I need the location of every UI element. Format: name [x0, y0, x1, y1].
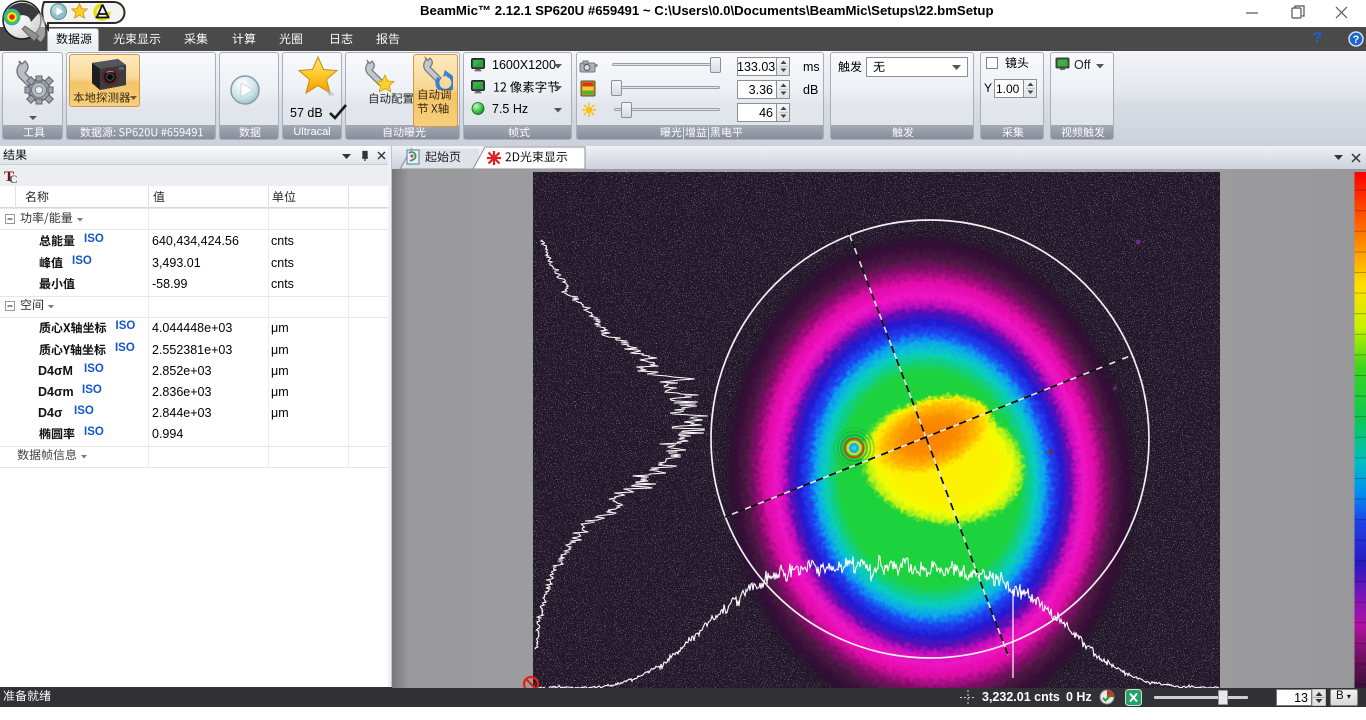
svg-text:?: ? [1353, 34, 1360, 46]
svg-text:C: C [9, 172, 18, 184]
